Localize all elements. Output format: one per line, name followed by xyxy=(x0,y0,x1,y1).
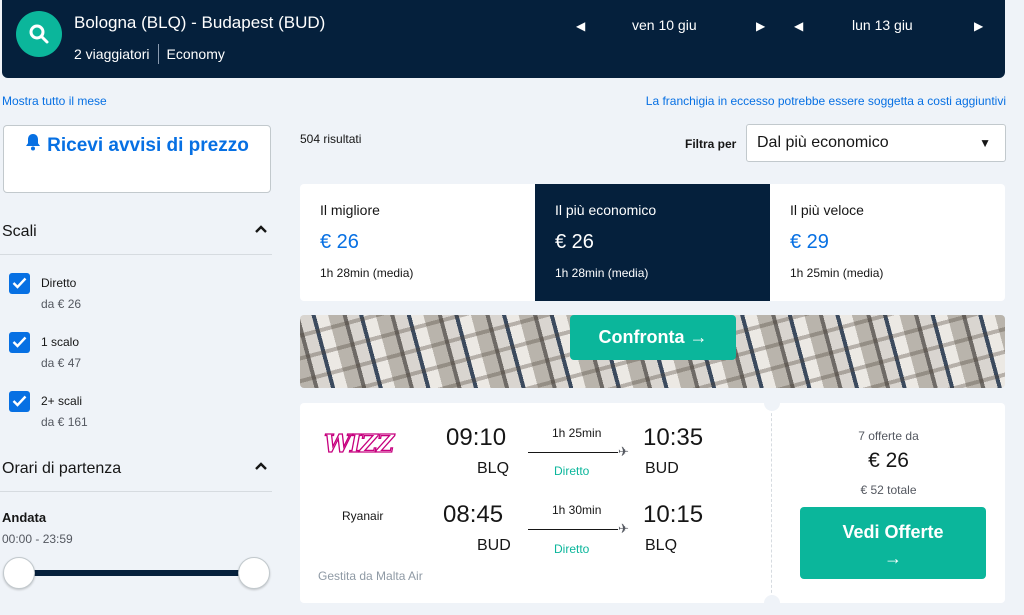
outbound-label: Andata xyxy=(2,510,47,525)
chevron-up-icon[interactable] xyxy=(254,460,268,474)
prev-return-date-icon[interactable]: ◀ xyxy=(794,19,803,33)
checkmark-icon xyxy=(12,395,27,407)
flight-result-card[interactable]: WIZZ 09:10 BLQ 1h 25min ✈ Diretto 10:35 … xyxy=(300,395,1005,611)
caret-down-icon: ▼ xyxy=(979,136,991,150)
tab-label: Il migliore xyxy=(320,202,380,218)
time-slider-track[interactable] xyxy=(18,570,256,576)
compare-button[interactable]: Confronta → xyxy=(570,315,736,360)
tab-fastest[interactable]: Il più veloce € 29 1h 25min (media) xyxy=(770,184,1005,301)
outbound-time-range: 00:00 - 23:59 xyxy=(2,532,73,546)
outbound-arrive-time: 10:35 xyxy=(643,424,704,451)
one-stop-checkbox[interactable] xyxy=(9,332,30,353)
tab-price: € 26 xyxy=(320,231,359,253)
separator xyxy=(157,44,159,64)
tab-cheapest[interactable]: Il più economico € 26 1h 28min (media) xyxy=(535,184,770,301)
outbound-depart-time: 09:10 xyxy=(446,424,507,451)
stops-filter-title: Scali xyxy=(2,223,37,240)
direct-checkbox[interactable] xyxy=(9,273,30,294)
ryanair-label: Ryanair xyxy=(342,509,384,523)
ticket-notch xyxy=(764,395,780,411)
return-date-nav: ◀ lun 13 giu ▶ xyxy=(792,16,988,36)
price-alert-button[interactable]: Ricevi avvisi di prezzo xyxy=(3,125,271,193)
return-arrive-airport: BLQ xyxy=(645,537,678,554)
operated-by: Gestita da Malta Air xyxy=(318,569,423,583)
plane-icon: ✈ xyxy=(618,444,629,459)
outbound-depart-airport: BLQ xyxy=(477,460,510,477)
ticket-notch xyxy=(764,595,780,611)
flight-total-price: € 52 totale xyxy=(860,483,917,497)
stop-option-price: da € 161 xyxy=(41,415,88,429)
tab-best[interactable]: Il migliore € 26 1h 28min (media) xyxy=(300,184,535,301)
chevron-up-icon[interactable] xyxy=(254,223,268,237)
wizz-air-logo: WIZZ xyxy=(323,428,395,458)
stops-filter-header[interactable]: Scali xyxy=(2,223,272,241)
stop-option-label: 1 scalo xyxy=(41,335,80,349)
tab-duration: 1h 25min (media) xyxy=(790,266,884,280)
checkmark-icon xyxy=(12,336,27,348)
offers-count: 7 offerte da xyxy=(858,429,919,443)
results-count: 504 risultati xyxy=(300,132,362,146)
return-duration: 1h 30min xyxy=(552,503,602,517)
flight-line xyxy=(528,529,618,530)
bell-icon xyxy=(25,132,41,160)
stop-option-price: da € 47 xyxy=(41,356,82,370)
stop-option-price: da € 26 xyxy=(41,297,82,311)
price-alert-label: Ricevi avvisi di prezzo xyxy=(47,135,249,156)
stop-option-label: 2+ scali xyxy=(41,394,83,408)
show-month-link[interactable]: Mostra tutto il mese xyxy=(2,94,107,108)
stop-option-label: Diretto xyxy=(41,276,77,290)
divider xyxy=(0,491,272,492)
arrow-right-icon: → xyxy=(884,548,902,568)
tab-price: € 29 xyxy=(790,231,829,253)
next-return-date-icon[interactable]: ▶ xyxy=(974,19,983,33)
search-button[interactable] xyxy=(16,11,62,57)
view-offers-button[interactable]: Vedi Offerte → xyxy=(800,507,986,579)
two-plus-stops-checkbox[interactable] xyxy=(9,391,30,412)
checkmark-icon xyxy=(12,277,27,289)
outbound-stops: Diretto xyxy=(554,464,590,478)
route-title[interactable]: Bologna (BLQ) - Budapest (BUD) xyxy=(74,13,325,33)
tab-label: Il più economico xyxy=(555,202,657,218)
flight-line xyxy=(528,452,618,453)
return-depart-time: 08:45 xyxy=(443,501,504,528)
search-icon xyxy=(29,24,49,44)
outbound-date-nav: ◀ ven 10 giu ▶ xyxy=(574,16,770,36)
departure-times-header[interactable]: Orari di partenza xyxy=(2,460,272,478)
flight-price: € 26 xyxy=(868,449,909,472)
return-date[interactable]: lun 13 giu xyxy=(852,17,913,33)
travellers-count: 2 viaggiatori xyxy=(74,46,150,62)
trip-details[interactable]: 2 viaggiatori Economy xyxy=(74,44,225,64)
divider xyxy=(0,254,272,255)
plane-icon: ✈ xyxy=(618,521,629,536)
cabin-class: Economy xyxy=(166,46,225,62)
return-depart-airport: BUD xyxy=(477,537,511,554)
tab-label: Il più veloce xyxy=(790,202,864,218)
view-offers-label: Vedi Offerte xyxy=(842,522,944,542)
next-outbound-date-icon[interactable]: ▶ xyxy=(756,19,765,33)
departure-times-title: Orari di partenza xyxy=(2,460,122,477)
tab-price: € 26 xyxy=(555,231,594,253)
search-summary-header: Bologna (BLQ) - Budapest (BUD) 2 viaggia… xyxy=(2,0,1005,78)
time-slider-start-handle[interactable] xyxy=(3,557,35,589)
return-arrive-time: 10:15 xyxy=(643,501,704,528)
sort-label: Filtra per xyxy=(685,137,737,151)
tab-duration: 1h 28min (media) xyxy=(555,266,649,280)
outbound-duration: 1h 25min xyxy=(552,426,602,440)
baggage-fee-link[interactable]: La franchigia in eccesso potrebbe essere… xyxy=(646,94,1006,108)
tab-duration: 1h 28min (media) xyxy=(320,266,414,280)
sort-tabs: Il migliore € 26 1h 28min (media) Il più… xyxy=(300,184,1005,301)
outbound-date[interactable]: ven 10 giu xyxy=(632,17,697,33)
prev-outbound-date-icon[interactable]: ◀ xyxy=(576,19,585,33)
return-stops: Diretto xyxy=(554,542,590,556)
sort-select-value: Dal più economico xyxy=(757,134,889,151)
outbound-arrive-airport: BUD xyxy=(645,460,679,477)
sort-select[interactable]: Dal più economico ▼ xyxy=(746,124,1006,162)
time-slider-end-handle[interactable] xyxy=(238,557,270,589)
